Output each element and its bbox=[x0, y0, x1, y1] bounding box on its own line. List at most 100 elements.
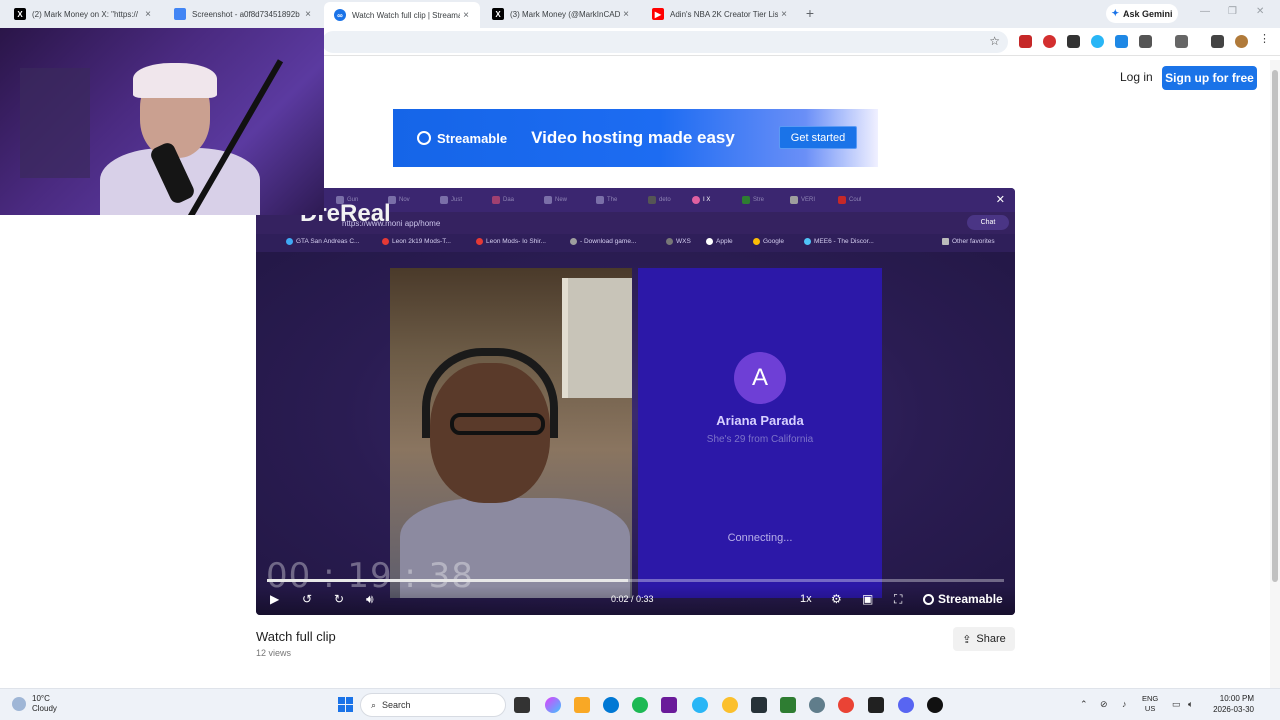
chrome-icon[interactable] bbox=[838, 697, 854, 713]
close-icon[interactable]: × bbox=[302, 9, 314, 20]
page-scrollbar[interactable] bbox=[1270, 60, 1280, 688]
browser-tab[interactable]: Screenshot - a0f8d73451892b × bbox=[164, 2, 322, 26]
video-inner-tab: Nov bbox=[388, 193, 410, 207]
profile-avatar[interactable] bbox=[1235, 35, 1248, 48]
close-icon[interactable]: × bbox=[142, 9, 154, 20]
ask-gemini-label: Ask Gemini bbox=[1123, 8, 1173, 19]
browser-tab[interactable]: X (3) Mark Money (@MarkInCAD × bbox=[482, 2, 640, 26]
rewind-icon[interactable]: ↺ bbox=[302, 592, 312, 606]
video-progress-fill bbox=[267, 579, 629, 582]
volume-icon[interactable]: 🔊︎ bbox=[366, 592, 374, 607]
settings-gear-icon[interactable]: ⚙ bbox=[831, 592, 842, 606]
banner-logo: Streamable bbox=[417, 131, 507, 146]
copilot-icon[interactable] bbox=[545, 697, 561, 713]
video-inner-tab: Daa bbox=[492, 193, 514, 207]
streamable-icon: ∞ bbox=[334, 9, 346, 21]
restore-icon[interactable]: ❐ bbox=[1228, 6, 1237, 17]
tab-title: Watch Watch full clip | Streama bbox=[352, 10, 460, 20]
task-view-icon[interactable] bbox=[514, 697, 530, 713]
tab-title: Screenshot - a0f8d73451892b bbox=[192, 9, 300, 19]
video-inner-tab-active: I X bbox=[692, 193, 710, 207]
app-icon[interactable] bbox=[661, 697, 677, 713]
extension-icon[interactable] bbox=[1067, 35, 1080, 48]
match-panel: A Ariana Parada She's 29 from California… bbox=[638, 268, 882, 598]
system-clock[interactable]: 10:00 PM 2026-03-30 bbox=[1208, 693, 1254, 715]
signup-button[interactable]: Sign up for free bbox=[1162, 66, 1257, 90]
browser-tab-active[interactable]: ∞ Watch Watch full clip | Streama × bbox=[324, 2, 480, 28]
scrollbar-thumb[interactable] bbox=[1272, 70, 1278, 582]
video-inner-chat: Chat bbox=[967, 215, 1009, 230]
browser-tab-strip: X (2) Mark Money on X: "https:// × Scree… bbox=[0, 0, 1280, 28]
bookmark-star-icon[interactable]: ☆ bbox=[989, 34, 1000, 48]
video-progress-bar[interactable] bbox=[267, 579, 1004, 582]
streamable-logo-icon bbox=[923, 593, 934, 605]
match-name: Ariana Parada bbox=[716, 413, 804, 428]
video-bookmark: GTA San Andreas C... bbox=[286, 238, 359, 245]
split-screen-icon[interactable] bbox=[1175, 35, 1188, 48]
volume-icon[interactable]: 🔈︎ bbox=[1188, 699, 1193, 710]
gemini-sparkle-icon: ✦ bbox=[1111, 8, 1119, 18]
close-icon[interactable]: × bbox=[620, 9, 632, 20]
login-link[interactable]: Log in bbox=[1120, 70, 1153, 84]
edge-icon[interactable] bbox=[603, 697, 619, 713]
extension-icon[interactable] bbox=[1091, 35, 1104, 48]
video-inner-tab: The bbox=[596, 193, 617, 207]
taskbar-search-label: Search bbox=[382, 700, 411, 710]
share-button[interactable]: ⇪ Share bbox=[953, 627, 1015, 651]
menu-icon[interactable]: ⋮ bbox=[1259, 32, 1272, 45]
video-bookmark: Other favorites bbox=[942, 238, 995, 245]
reading-list-icon[interactable] bbox=[1211, 35, 1224, 48]
video-bookmark: - Download game... bbox=[570, 238, 636, 245]
forward-icon[interactable]: ↻ bbox=[334, 592, 344, 606]
language-indicator[interactable]: ENG US bbox=[1142, 694, 1158, 714]
window-close-icon[interactable]: ✕ bbox=[1256, 6, 1264, 17]
video-brand[interactable]: Streamable bbox=[923, 592, 1003, 606]
youtube-icon: ▶ bbox=[652, 8, 664, 20]
file-explorer-icon[interactable] bbox=[574, 697, 590, 713]
spotify-icon[interactable] bbox=[632, 697, 648, 713]
telegram-icon[interactable] bbox=[692, 697, 708, 713]
share-label: Share bbox=[976, 633, 1006, 645]
app-icon[interactable] bbox=[780, 697, 796, 713]
start-button[interactable] bbox=[338, 697, 353, 712]
promo-banner[interactable]: Streamable Video hosting made easy Get s… bbox=[393, 109, 878, 167]
extension-icon[interactable] bbox=[1115, 35, 1128, 48]
extension-icon[interactable] bbox=[1019, 35, 1032, 48]
chevron-up-icon[interactable]: ⌃ bbox=[1080, 699, 1088, 710]
network-off-icon[interactable]: ⊘ bbox=[1100, 699, 1108, 710]
ask-gemini-button[interactable]: ✦ Ask Gemini bbox=[1106, 4, 1178, 23]
extension-icon[interactable] bbox=[1043, 35, 1056, 48]
close-icon[interactable]: × bbox=[460, 10, 472, 21]
new-tab-button[interactable]: + bbox=[802, 5, 818, 21]
taskbar-search[interactable]: ⌕ Search bbox=[360, 693, 506, 717]
weather-widget[interactable]: 10°C Cloudy bbox=[12, 694, 57, 714]
video-bookmark: Leon Mods- Io Shir... bbox=[476, 238, 546, 245]
get-started-button[interactable]: Get started bbox=[779, 126, 857, 149]
close-icon[interactable]: × bbox=[778, 9, 790, 20]
microphone-icon[interactable]: ♪ bbox=[1122, 699, 1127, 709]
puzzle-icon[interactable] bbox=[1139, 35, 1152, 48]
video-inner-tab: Coul bbox=[838, 193, 861, 207]
settings-icon[interactable] bbox=[809, 697, 825, 713]
browser-tab[interactable]: ▶ Adin's NBA 2K Creator Tier List × bbox=[642, 2, 798, 26]
picture-in-picture-icon[interactable]: ▣ bbox=[862, 592, 873, 606]
address-bar[interactable]: ☆ bbox=[322, 31, 1008, 53]
clip-title: Watch full clip bbox=[256, 629, 336, 644]
glasses bbox=[450, 413, 545, 435]
windows-taskbar: 10°C Cloudy ⌕ Search ⌃ ⊘ ♪ ENG US ▭ 🔈︎ 1… bbox=[0, 688, 1280, 720]
app-icon[interactable] bbox=[722, 697, 738, 713]
app-icon[interactable] bbox=[751, 697, 767, 713]
fullscreen-icon[interactable]: ⛶ bbox=[894, 592, 902, 607]
app-icon[interactable] bbox=[868, 697, 884, 713]
minimize-icon[interactable]: — bbox=[1200, 6, 1210, 17]
app-icon[interactable] bbox=[927, 697, 943, 713]
video-player[interactable]: Gun Nov Just Daa New The deto I X Stre V… bbox=[256, 188, 1015, 615]
discord-icon[interactable] bbox=[898, 697, 914, 713]
playback-speed[interactable]: 1x bbox=[800, 593, 812, 605]
play-icon[interactable]: ▶ bbox=[270, 592, 279, 606]
clip-views: 12 views bbox=[256, 648, 292, 658]
video-inner-tab: deto bbox=[648, 193, 671, 207]
video-bookmark: WXS bbox=[666, 238, 691, 245]
browser-tab[interactable]: X (2) Mark Money on X: "https:// × bbox=[4, 2, 162, 26]
display-icon[interactable]: ▭ bbox=[1172, 699, 1181, 710]
